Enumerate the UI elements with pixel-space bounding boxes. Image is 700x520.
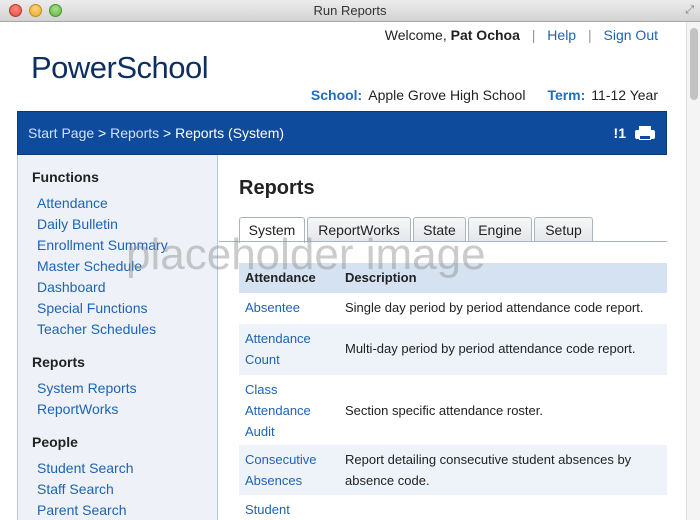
tab-state[interactable]: State bbox=[413, 217, 466, 242]
breadcrumb: Start Page > Reports > Reports (System) bbox=[28, 125, 284, 141]
vertical-scrollbar[interactable] bbox=[686, 22, 700, 520]
breadcrumb-reports[interactable]: Reports bbox=[110, 125, 159, 141]
powerschool-logo[interactable]: PowerSchool bbox=[31, 50, 209, 86]
nav-student-search[interactable]: Student Search bbox=[37, 460, 134, 476]
nav-parent-search[interactable]: Parent Search bbox=[37, 502, 127, 518]
table-row: Student bbox=[239, 495, 667, 520]
nav-teacher-schedules[interactable]: Teacher Schedules bbox=[37, 321, 156, 337]
nav-enrollment-summary[interactable]: Enrollment Summary bbox=[37, 237, 168, 253]
report-description: Single day period by period attendance c… bbox=[345, 300, 644, 315]
table-header: Attendance Description bbox=[239, 263, 667, 293]
column-header-attendance: Attendance bbox=[245, 270, 316, 285]
nav-master-schedule[interactable]: Master Schedule bbox=[37, 258, 142, 274]
content-frame: Functions Attendance Daily Bulletin Enro… bbox=[17, 155, 667, 520]
tab-setup[interactable]: Setup bbox=[534, 217, 593, 242]
tab-divider bbox=[219, 241, 667, 242]
page-title: Reports bbox=[239, 177, 315, 199]
window-title: Run Reports bbox=[313, 3, 387, 18]
people-heading: People bbox=[32, 434, 78, 450]
breadcrumb-separator: > bbox=[98, 125, 107, 141]
table-row: Consecutive Absences Report detailing co… bbox=[239, 445, 667, 495]
report-description: Report detailing consecutive student abs… bbox=[345, 452, 632, 488]
breadcrumb-separator: > bbox=[163, 125, 172, 141]
term-value[interactable]: 11-12 Year bbox=[591, 87, 658, 103]
school-term-info: School: Apple Grove High School Term: 11-12… bbox=[311, 87, 658, 103]
window-titlebar: Run Reports ⤢ bbox=[0, 0, 700, 22]
divider: | bbox=[587, 27, 592, 43]
nav-reportworks[interactable]: ReportWorks bbox=[37, 401, 118, 417]
nav-attendance[interactable]: Attendance bbox=[37, 195, 108, 211]
help-link[interactable]: Help bbox=[547, 27, 576, 43]
term-label: Term: bbox=[547, 87, 586, 103]
table-row: Class Attendance Audit Section specific … bbox=[239, 375, 667, 445]
scrollbar-thumb[interactable] bbox=[690, 28, 698, 100]
table-row: Attendance Count Multi-day period by per… bbox=[239, 324, 667, 375]
breadcrumb-current: Reports (System) bbox=[175, 125, 285, 141]
report-link-student[interactable]: Student bbox=[245, 499, 337, 520]
report-link-attendance-count[interactable]: Attendance Count bbox=[245, 328, 337, 370]
navigation-sidebar: Functions Attendance Daily Bulletin Enro… bbox=[18, 155, 218, 520]
report-description: Multi-day period by period attendance co… bbox=[345, 341, 636, 356]
nav-staff-search[interactable]: Staff Search bbox=[37, 481, 114, 497]
printer-icon[interactable] bbox=[635, 126, 655, 142]
divider: | bbox=[531, 27, 536, 43]
tab-reportworks[interactable]: ReportWorks bbox=[307, 217, 411, 242]
report-description: Section specific attendance roster. bbox=[345, 403, 544, 418]
sign-out-link[interactable]: Sign Out bbox=[604, 27, 658, 43]
nav-special-functions[interactable]: Special Functions bbox=[37, 300, 148, 316]
fullscreen-icon[interactable]: ⤢ bbox=[685, 4, 694, 17]
welcome-text: Welcome, bbox=[384, 27, 447, 43]
functions-heading: Functions bbox=[32, 169, 99, 185]
nav-system-reports[interactable]: System Reports bbox=[37, 380, 137, 396]
tab-system[interactable]: System bbox=[239, 217, 305, 243]
report-link-absentee[interactable]: Absentee bbox=[245, 297, 337, 318]
column-header-description: Description bbox=[345, 270, 417, 285]
breadcrumb-bar: Start Page > Reports > Reports (System) … bbox=[17, 111, 667, 155]
nav-dashboard[interactable]: Dashboard bbox=[37, 279, 106, 295]
main-content: Reports System ReportWorks State Engine … bbox=[219, 155, 667, 520]
report-link-class-attendance-audit[interactable]: Class Attendance Audit bbox=[245, 379, 337, 442]
user-name: Pat Ochoa bbox=[450, 27, 520, 43]
alert-count-icon[interactable]: !1 bbox=[614, 125, 626, 141]
school-label: School: bbox=[310, 87, 363, 103]
report-link-consecutive-absences[interactable]: Consecutive Absences bbox=[245, 449, 337, 491]
school-name[interactable]: Apple Grove High School bbox=[368, 87, 525, 103]
breadcrumb-start-page[interactable]: Start Page bbox=[28, 125, 94, 141]
tab-engine[interactable]: Engine bbox=[468, 217, 532, 242]
user-links: Welcome, Pat Ochoa | Help | Sign Out bbox=[385, 27, 658, 43]
table-row: Absentee Single day period by period att… bbox=[239, 293, 667, 324]
reports-heading: Reports bbox=[32, 354, 85, 370]
nav-daily-bulletin[interactable]: Daily Bulletin bbox=[37, 216, 118, 232]
